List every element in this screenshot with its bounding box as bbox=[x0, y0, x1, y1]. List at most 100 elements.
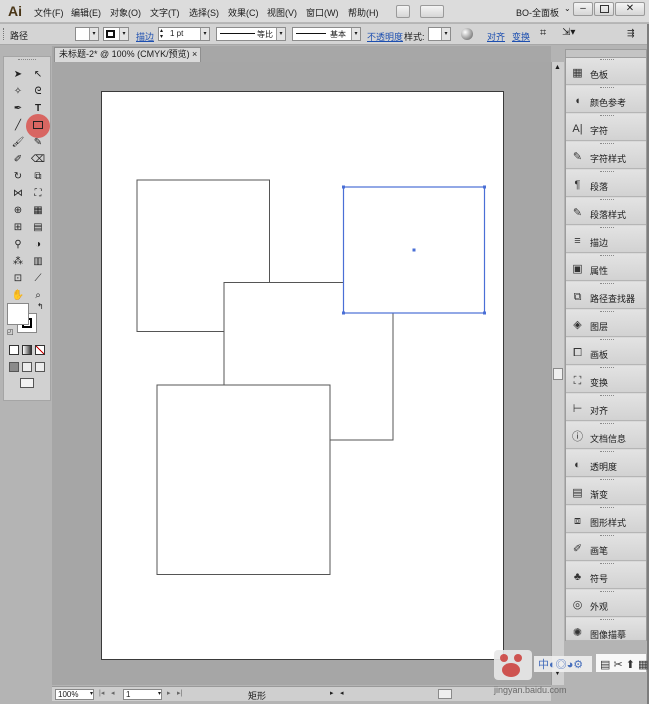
panel-transform[interactable]: ⛶ 变换 bbox=[566, 366, 646, 393]
align-icon: ⊢ bbox=[572, 403, 583, 415]
baidu-jingyan-logo: 中◐◎◕⚙ ▤ ✂ ⬆ ▦ bbox=[494, 650, 648, 680]
graphic-styles-icon: ⧈ bbox=[574, 515, 581, 527]
document-info-icon: ⓘ bbox=[572, 431, 583, 443]
gradient-icon: ▤ bbox=[572, 487, 583, 499]
artboards-icon: ⧠ bbox=[573, 347, 582, 359]
status-menu-icon[interactable]: ▸ bbox=[330, 689, 334, 697]
panel-grip bbox=[600, 87, 614, 89]
panel-grip bbox=[600, 451, 614, 453]
transparency-icon: ◐ bbox=[574, 459, 581, 471]
last-artboard-icon[interactable]: ▸| bbox=[177, 689, 182, 697]
baidu-watermark: 中◐◎◕⚙ ▤ ✂ ⬆ ▦ jingyan.baidu.com bbox=[492, 648, 649, 701]
paragraph-icon: ¶ bbox=[574, 179, 581, 191]
panel-transparency[interactable]: ◐ 透明度 bbox=[566, 450, 646, 477]
panel-grip bbox=[600, 283, 614, 285]
watermark-url: jingyan.baidu.com bbox=[494, 685, 567, 695]
panel-grip bbox=[600, 591, 614, 593]
layers-icon: ◈ bbox=[573, 319, 582, 331]
panel-grip bbox=[600, 199, 614, 201]
panel-grip bbox=[600, 227, 614, 229]
selection-handle[interactable] bbox=[342, 185, 345, 189]
panel-graphic-styles[interactable]: ⧈ 图形样式 bbox=[566, 506, 646, 533]
panel-swatches[interactable]: ▦ 色板 bbox=[566, 58, 646, 85]
panel-brushes[interactable]: ✐ 画笔 bbox=[566, 534, 646, 561]
brushes-icon: ✐ bbox=[572, 543, 583, 555]
panel-grip bbox=[600, 563, 614, 565]
attributes-icon: ▣ bbox=[572, 263, 583, 275]
panel-label: 透明度 bbox=[590, 462, 618, 472]
swatches-icon: ▦ bbox=[572, 67, 583, 79]
pathfinder-icon: ⧉ bbox=[573, 291, 582, 303]
next-artboard-icon[interactable]: ▸ bbox=[167, 689, 171, 697]
panel-label: 图像描摹 bbox=[590, 630, 627, 640]
panel-grip bbox=[600, 311, 614, 313]
panel-color-guide[interactable]: ◖ 颜色参考 bbox=[566, 86, 646, 113]
panel-grip bbox=[600, 59, 614, 61]
first-artboard-icon[interactable]: |◂ bbox=[99, 689, 104, 697]
artboard-number-field[interactable]: 1 ▾ bbox=[123, 689, 162, 700]
panel-label: 画板 bbox=[590, 350, 609, 360]
panel-label: 色板 bbox=[590, 70, 609, 80]
panel-paragraph[interactable]: ¶ 段落 bbox=[566, 170, 646, 197]
panel-document-info[interactable]: ⓘ 文档信息 bbox=[566, 422, 646, 449]
panel-grip bbox=[600, 339, 614, 341]
panel-grip bbox=[600, 143, 614, 145]
panel-label: 渐变 bbox=[590, 490, 609, 500]
appearance-icon: ◎ bbox=[572, 599, 583, 611]
vertical-scroll-thumb[interactable] bbox=[553, 368, 563, 380]
symbols-icon: ♣ bbox=[573, 571, 582, 583]
color-guide-icon: ◖ bbox=[574, 95, 581, 107]
horizontal-scroll-thumb[interactable] bbox=[438, 689, 452, 699]
panel-character[interactable]: A| 字符 bbox=[566, 114, 646, 141]
panel-image-trace[interactable]: ✺ 图像描摹 bbox=[566, 618, 646, 641]
panel-grip bbox=[600, 395, 614, 397]
selection-center-point bbox=[412, 248, 416, 252]
panel-symbols[interactable]: ♣ 符号 bbox=[566, 562, 646, 589]
panel-align[interactable]: ⊢ 对齐 bbox=[566, 394, 646, 421]
panel-grip bbox=[600, 171, 614, 173]
panel-label: 画笔 bbox=[590, 546, 609, 556]
transform-icon: ⛶ bbox=[573, 375, 582, 387]
panel-gradient[interactable]: ▤ 渐变 bbox=[566, 478, 646, 505]
status-bar: 100% ▾ |◂ ◂ 1 ▾ ▸ ▸| 矩形 ▸ ◂ bbox=[52, 686, 551, 701]
panel-label: 变换 bbox=[590, 378, 609, 388]
vertical-scrollbar[interactable]: ▲ ▼ bbox=[551, 62, 564, 685]
rectangle-shape-3[interactable] bbox=[156, 384, 331, 575]
svg-text:▤ ✂ ⬆ ▦: ▤ ✂ ⬆ ▦ bbox=[600, 659, 648, 671]
zoom-level-field[interactable]: 100% ▾ bbox=[55, 689, 94, 700]
previous-artboard-icon[interactable]: ◂ bbox=[111, 689, 115, 697]
character-icon: A| bbox=[572, 123, 583, 135]
panel-label: 字符样式 bbox=[590, 154, 627, 164]
panel-grip bbox=[600, 367, 614, 369]
panel-label: 图形样式 bbox=[590, 518, 627, 528]
panel-artboards[interactable]: ⧠ 画板 bbox=[566, 338, 646, 365]
panel-layers[interactable]: ◈ 图层 bbox=[566, 310, 646, 337]
character-styles-icon: ✎ bbox=[572, 151, 583, 163]
panel-grip bbox=[600, 255, 614, 257]
panel-grip bbox=[600, 619, 614, 621]
panel-label: 段落样式 bbox=[590, 210, 627, 220]
selection-handle[interactable] bbox=[342, 311, 345, 315]
selection-handle[interactable] bbox=[483, 185, 486, 189]
panel-paragraph-styles[interactable]: ✎ 段落样式 bbox=[566, 198, 646, 225]
panel-stroke[interactable]: ≡ 描边 bbox=[566, 226, 646, 253]
svg-text:中◐◎◕⚙: 中◐◎◕⚙ bbox=[538, 658, 583, 671]
stroke-icon: ≡ bbox=[574, 235, 581, 247]
panel-label: 符号 bbox=[590, 574, 609, 584]
panel-label: 属性 bbox=[590, 266, 609, 276]
scroll-left-icon[interactable]: ◂ bbox=[340, 689, 344, 697]
scroll-up-icon[interactable]: ▲ bbox=[554, 64, 561, 71]
panel-label: 颜色参考 bbox=[590, 98, 627, 108]
current-tool-status: 矩形 bbox=[248, 691, 267, 701]
panel-pathfinder[interactable]: ⧉ 路径查找器 bbox=[566, 282, 646, 309]
panel-character-styles[interactable]: ✎ 字符样式 bbox=[566, 142, 646, 169]
panel-attributes[interactable]: ▣ 属性 bbox=[566, 254, 646, 281]
panel-label: 段落 bbox=[590, 182, 609, 192]
panel-dock-header[interactable] bbox=[566, 50, 646, 58]
panel-grip bbox=[600, 479, 614, 481]
panel-label: 对齐 bbox=[590, 406, 609, 416]
selection-handle[interactable] bbox=[483, 311, 486, 315]
panel-appearance[interactable]: ◎ 外观 bbox=[566, 590, 646, 617]
image-trace-icon: ✺ bbox=[572, 627, 583, 639]
panel-label: 字符 bbox=[590, 126, 609, 136]
